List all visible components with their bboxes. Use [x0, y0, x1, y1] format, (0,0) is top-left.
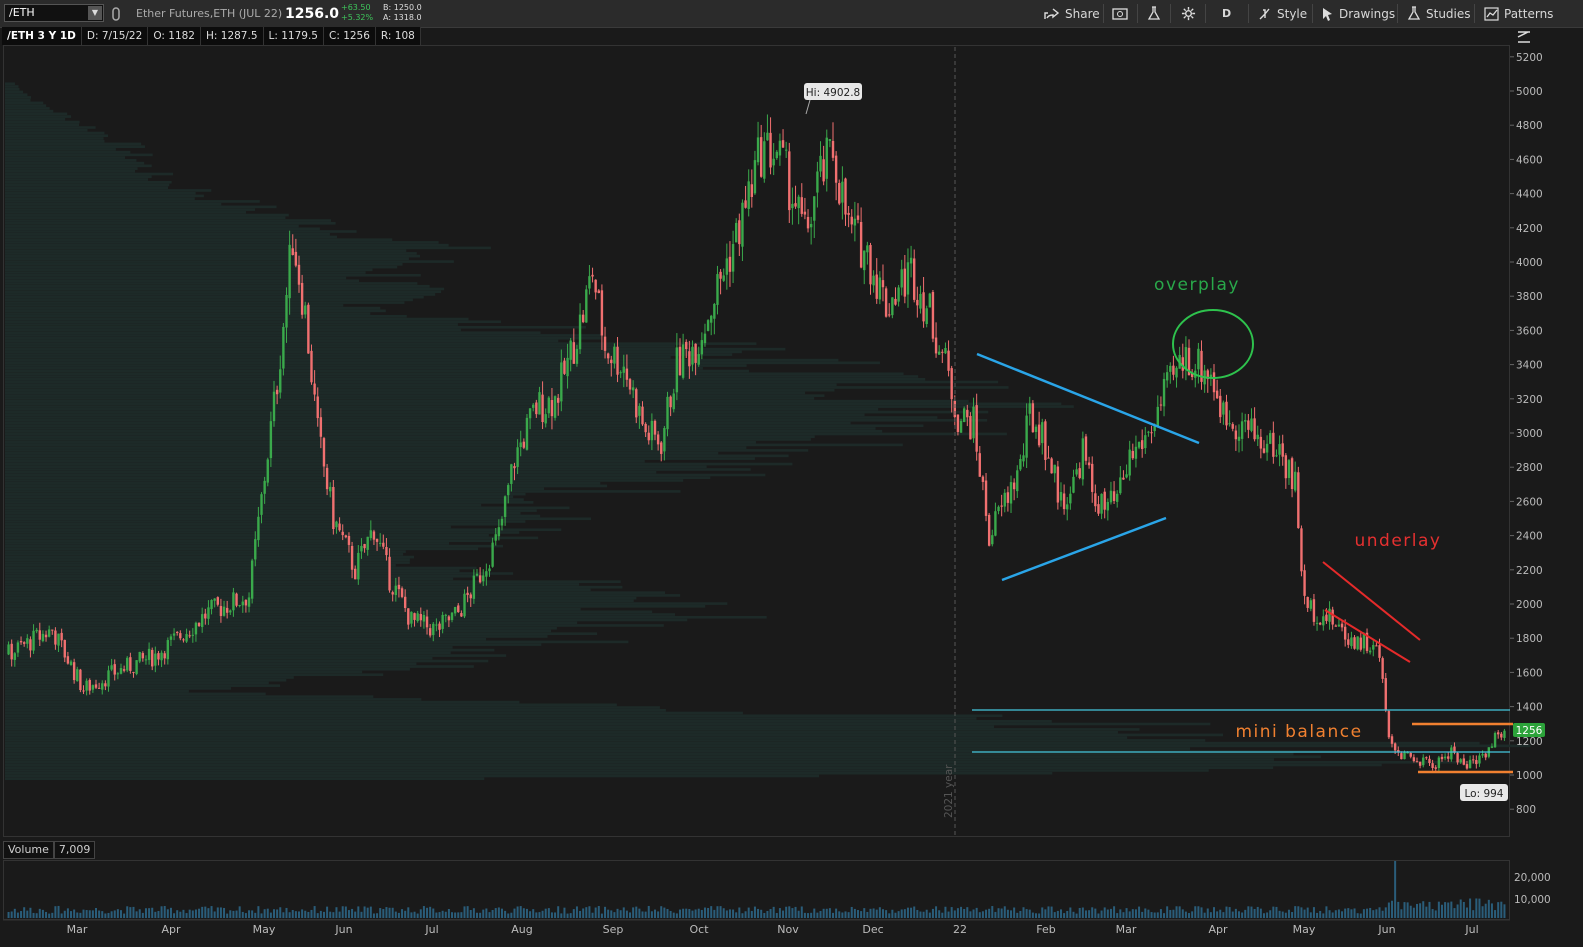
- last-price-tag: [1513, 723, 1545, 737]
- y-tick-label: 4600: [1516, 154, 1543, 166]
- drawings-label: Drawings: [1339, 6, 1396, 21]
- x-tick-label: Jul: [424, 923, 438, 936]
- change-block: +63.50 +5.32%: [341, 3, 373, 23]
- x-tick-label: Oct: [689, 923, 709, 936]
- instrument-description: Ether Futures,ETH (JUL 22): [136, 7, 283, 20]
- style-icon: [1259, 8, 1270, 19]
- x-tick-label: Nov: [777, 923, 799, 936]
- flask-icon: [1147, 6, 1161, 20]
- symbol-input[interactable]: /ETH ▼: [4, 4, 104, 22]
- bar-high: H: 1287.5: [201, 27, 264, 45]
- studies-icon: [1407, 6, 1421, 20]
- volume-header: Volume 7,009: [3, 841, 96, 859]
- ask: A: 1318.0: [383, 13, 422, 22]
- volume-label: Volume: [3, 841, 54, 859]
- y-tick-label: 4000: [1516, 257, 1543, 269]
- volume-panel[interactable]: [3, 860, 1510, 920]
- volume-value: 7,009: [53, 841, 96, 859]
- bar-open: O: 1182: [148, 27, 201, 45]
- gear-icon: [1181, 6, 1196, 21]
- x-tick-label: Feb: [1036, 923, 1055, 936]
- y-tick-label: 1600: [1516, 667, 1543, 679]
- volume-tick-label: 20,000: [1514, 872, 1551, 884]
- cursor-icon: [1323, 7, 1332, 21]
- x-tick-label: Apr: [1208, 923, 1228, 936]
- aggregation-button[interactable]: D: [1222, 0, 1231, 27]
- x-tick-label: May: [1293, 923, 1316, 936]
- x-tick-label: Apr: [161, 923, 181, 936]
- style-button[interactable]: Style: [1258, 0, 1307, 27]
- y-tick-label: 4400: [1516, 189, 1543, 201]
- collapse-icon[interactable]: [1516, 29, 1532, 49]
- share-icon: [1044, 7, 1060, 19]
- y-tick-label: 2400: [1516, 531, 1543, 543]
- bid: B: 1250.0: [383, 3, 422, 12]
- x-tick-label: Mar: [1116, 923, 1137, 936]
- change-abs: +63.50: [341, 3, 371, 12]
- settings-button[interactable]: [1181, 0, 1196, 27]
- chevron-down-icon[interactable]: ▼: [88, 6, 102, 20]
- volume-tick-label: 10,000: [1514, 894, 1551, 906]
- y-tick-label: 3400: [1516, 360, 1543, 372]
- studies-button[interactable]: Studies: [1407, 0, 1471, 27]
- y-tick-label: 2200: [1516, 565, 1543, 577]
- y-tick-label: 1800: [1516, 633, 1543, 645]
- y-tick-label: 1000: [1516, 770, 1543, 782]
- symbol-value: /ETH: [9, 6, 35, 19]
- style-label: Style: [1277, 6, 1308, 21]
- bid-ask-block: B: 1250.0 A: 1318.0: [383, 3, 422, 23]
- last-price-tag-label: 1256: [1516, 725, 1543, 737]
- y-tick-label: 3000: [1516, 428, 1543, 440]
- bar-date: D: 7/15/22: [81, 27, 149, 45]
- bar-close: C: 1256: [323, 27, 376, 45]
- bar-range: R: 108: [375, 27, 421, 45]
- share-button[interactable]: Share: [1044, 0, 1100, 27]
- x-tick-label: May: [253, 923, 276, 936]
- y-tick-label: 4800: [1516, 120, 1543, 132]
- y-tick-label: 3800: [1516, 291, 1543, 303]
- change-pct: +5.32%: [341, 13, 374, 22]
- studies-label: Studies: [1426, 6, 1471, 21]
- y-axis: 800 1000 1200 1400 1600 1800 2000 2200 2400 2600 2…: [1510, 52, 1551, 906]
- x-axis: Mar Apr May Jun Jul Aug Sep Oct Nov Dec 22 Feb Mar Ap…: [3, 919, 1510, 936]
- patterns-label: Patterns: [1504, 6, 1554, 21]
- patterns-button[interactable]: Patterns: [1484, 0, 1553, 27]
- y-tick-label: 800: [1516, 804, 1536, 816]
- snapshot-icon: [1112, 7, 1128, 20]
- patterns-icon: [1484, 6, 1499, 21]
- x-tick-label: Jul: [1464, 923, 1478, 936]
- x-tick-label: Dec: [862, 923, 883, 936]
- drawings-button[interactable]: Drawings: [1322, 0, 1395, 27]
- bar-low: L: 1179.5: [263, 27, 324, 45]
- x-tick-label: Sep: [603, 923, 624, 936]
- ohlc-info-bar: /ETH 3 Y 1D D: 7/15/22 O: 1182 H: 1287.5…: [2, 27, 421, 45]
- y-tick-label: 1200: [1516, 736, 1543, 748]
- y-tick-label: 5200: [1516, 52, 1543, 64]
- y-tick-label: 3600: [1516, 325, 1543, 337]
- x-tick-label: Aug: [511, 923, 532, 936]
- x-tick-label: Jun: [334, 923, 352, 936]
- price-chart-panel[interactable]: [3, 45, 1510, 837]
- y-tick-label: 3200: [1516, 394, 1543, 406]
- y-tick-label: 2800: [1516, 462, 1543, 474]
- link-icon[interactable]: [111, 0, 121, 27]
- symbol-period: /ETH 3 Y 1D: [2, 27, 82, 45]
- share-label: Share: [1065, 6, 1100, 21]
- x-tick-label: Jun: [1377, 923, 1395, 936]
- top-toolbar: /ETH ▼ Ether Futures,ETH (JUL 22) 1256.0…: [0, 0, 1583, 28]
- x-tick-label: 22: [953, 923, 967, 936]
- y-tick-label: 1400: [1516, 702, 1543, 714]
- y-tick-label: 4200: [1516, 223, 1543, 235]
- y-tick-label: 2000: [1516, 599, 1543, 611]
- flask-button[interactable]: [1147, 0, 1161, 27]
- snapshot-button[interactable]: [1112, 0, 1128, 27]
- x-tick-label: Mar: [67, 923, 88, 936]
- y-tick-label: 2600: [1516, 496, 1543, 508]
- y-tick-label: 5000: [1516, 86, 1543, 98]
- last-price: 1256.0: [285, 5, 340, 22]
